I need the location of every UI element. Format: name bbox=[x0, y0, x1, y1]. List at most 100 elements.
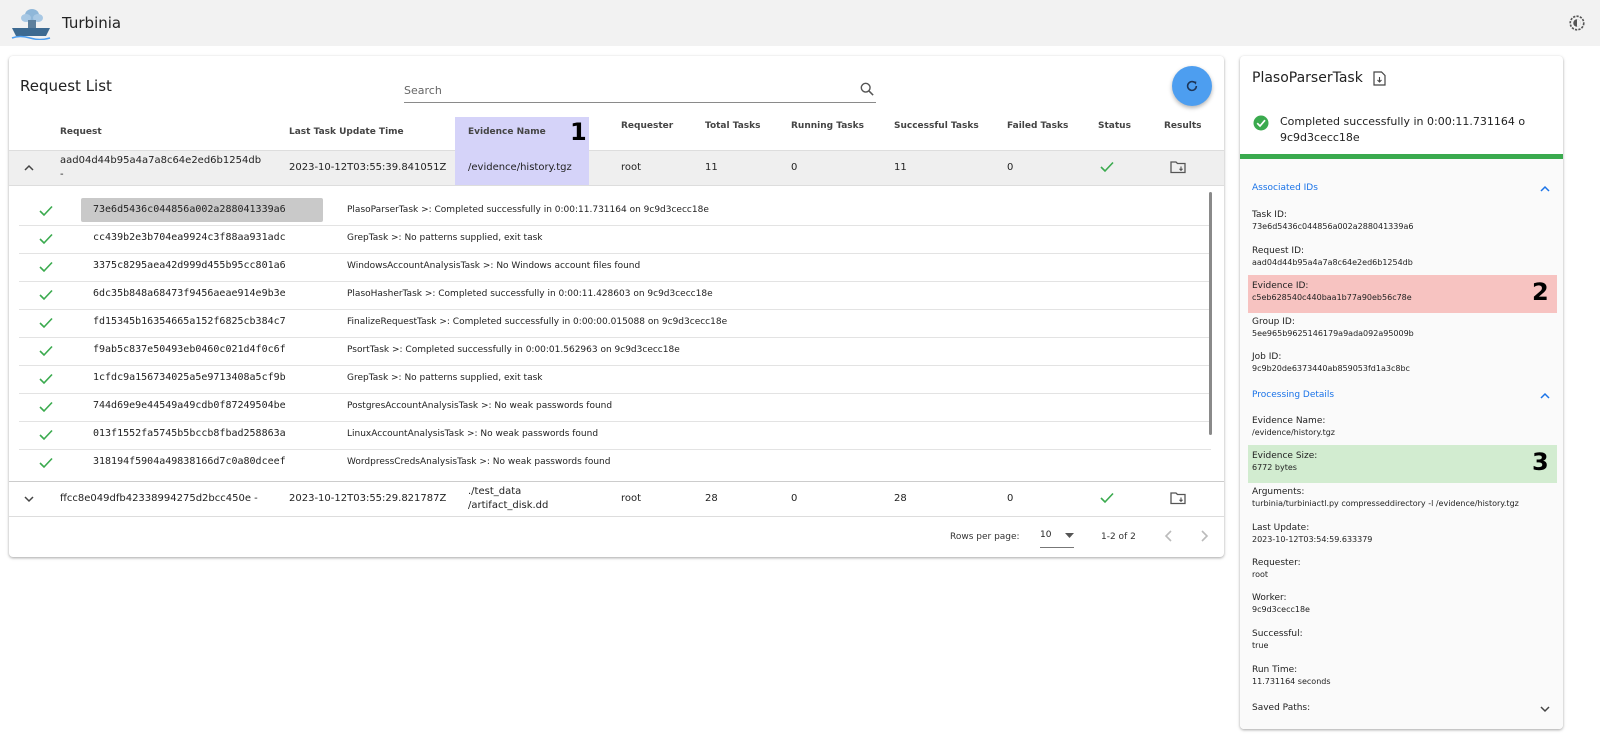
processing-details-header[interactable]: Processing Details bbox=[1252, 390, 1334, 400]
chevron-down-icon[interactable] bbox=[23, 493, 35, 505]
task-id[interactable]: cc439b2e3b704ea9924c3f88aa931adc bbox=[93, 232, 286, 243]
check-circle-icon bbox=[1253, 115, 1269, 131]
chevron-left-icon[interactable] bbox=[1159, 526, 1179, 546]
chevron-down-icon[interactable] bbox=[1539, 703, 1551, 715]
check-icon bbox=[1100, 492, 1114, 504]
successful-tasks: 11 bbox=[894, 162, 907, 173]
evidence-name-value: /evidence/history.tgz bbox=[1252, 428, 1335, 437]
request-id-label: Request ID: bbox=[1252, 246, 1305, 256]
task-message: WordpressCredsAnalysisTask >: No weak pa… bbox=[347, 457, 611, 467]
requester: root bbox=[621, 162, 642, 173]
header-results[interactable]: Results bbox=[1164, 121, 1202, 131]
evidence-id-label: Evidence ID: bbox=[1252, 281, 1309, 291]
task-id[interactable]: fd15345b16354665a152f6825cb384c7 bbox=[93, 316, 286, 327]
task-message: GrepTask >: No patterns supplied, exit t… bbox=[347, 233, 543, 243]
total-tasks: 28 bbox=[705, 493, 718, 504]
search-field[interactable] bbox=[404, 80, 876, 103]
check-icon bbox=[39, 373, 53, 385]
rows-per-page-select[interactable]: 10 bbox=[1040, 525, 1074, 548]
app-bar: Turbinia bbox=[0, 0, 1600, 46]
task-row[interactable]: fd15345b16354665a152f6825cb384c7 Finaliz… bbox=[19, 309, 1211, 338]
task-id[interactable]: 73e6d5436c044856a002a288041339a6 bbox=[93, 204, 286, 215]
evidence-name-line1: ./test_data bbox=[468, 486, 522, 497]
task-subtable: 73e6d5436c044856a002a288041339a6 PlasoPa… bbox=[9, 185, 1224, 481]
successful-tasks: 28 bbox=[894, 493, 907, 504]
task-row[interactable]: f9ab5c837e50493eb0460c021d4f0c6f PsortTa… bbox=[19, 337, 1211, 366]
search-icon[interactable] bbox=[860, 82, 874, 96]
folder-download-icon[interactable] bbox=[1170, 491, 1186, 505]
total-tasks: 11 bbox=[705, 162, 718, 173]
chevron-right-icon[interactable] bbox=[1194, 526, 1214, 546]
header-total-tasks[interactable]: Total Tasks bbox=[705, 121, 760, 131]
task-id[interactable]: f9ab5c837e50493eb0460c021d4f0c6f bbox=[93, 344, 286, 355]
task-id[interactable]: 3375c8295aea42d999d455b95cc801a6 bbox=[93, 260, 286, 271]
task-message: PlasoHasherTask >: Completed successfull… bbox=[347, 289, 713, 299]
successful-label: Successful: bbox=[1252, 629, 1303, 639]
request-id: ffcc8e049dfb42338994275d2bcc450e - bbox=[60, 493, 258, 504]
check-icon bbox=[39, 205, 53, 217]
group-id-value: 5ee965b9625146179a9ada092a95009b bbox=[1252, 329, 1414, 338]
check-icon bbox=[39, 233, 53, 245]
request-id: aad04d44b95a4a7a8c64e2ed6b1254db bbox=[60, 155, 262, 166]
header-request[interactable]: Request bbox=[60, 127, 102, 137]
header-successful-tasks[interactable]: Successful Tasks bbox=[894, 121, 979, 131]
task-id[interactable]: 318194f5904a49838166d7c0a80dceef bbox=[93, 456, 286, 467]
file-download-icon[interactable] bbox=[1373, 71, 1386, 86]
folder-download-icon[interactable] bbox=[1170, 160, 1186, 174]
task-row[interactable]: cc439b2e3b704ea9924c3f88aa931adc GrepTas… bbox=[19, 225, 1211, 254]
failed-tasks: 0 bbox=[1007, 162, 1014, 173]
chevron-up-icon[interactable] bbox=[1539, 183, 1551, 195]
task-row[interactable]: 013f1552fa5745b5bccb8fbad258863a LinuxAc… bbox=[19, 421, 1211, 450]
task-id-value: 73e6d5436c044856a002a288041339a6 bbox=[1252, 222, 1414, 231]
task-detail-title: PlasoParserTask bbox=[1252, 70, 1363, 86]
group-id-label: Group ID: bbox=[1252, 317, 1295, 327]
check-icon bbox=[1100, 161, 1114, 173]
job-id-label: Job ID: bbox=[1252, 352, 1282, 362]
check-icon bbox=[39, 457, 53, 469]
task-id[interactable]: 013f1552fa5745b5bccb8fbad258863a bbox=[93, 428, 286, 439]
task-row[interactable]: 3375c8295aea42d999d455b95cc801a6 Windows… bbox=[19, 253, 1211, 282]
search-input[interactable] bbox=[404, 80, 844, 100]
chevron-up-icon[interactable] bbox=[23, 162, 35, 174]
requester-label: Requester: bbox=[1252, 558, 1301, 568]
pagination-range: 1-2 of 2 bbox=[1101, 532, 1136, 542]
task-row[interactable]: 73e6d5436c044856a002a288041339a6 PlasoPa… bbox=[19, 197, 1211, 226]
task-row[interactable]: 744d69e9e44549a49cdb0f87249504be Postgre… bbox=[19, 393, 1211, 422]
table-row[interactable]: ffcc8e049dfb42338994275d2bcc450e - 2023-… bbox=[9, 481, 1224, 517]
table-row[interactable]: aad04d44b95a4a7a8c64e2ed6b1254db - 2023-… bbox=[9, 150, 1224, 186]
header-evidence-name[interactable]: Evidence Name bbox=[468, 127, 546, 137]
task-id[interactable]: 6dc35b848a68473f9456aeae914e9b3e bbox=[93, 288, 286, 299]
task-message: PlasoParserTask >: Completed successfull… bbox=[347, 205, 709, 215]
header-running-tasks[interactable]: Running Tasks bbox=[791, 121, 864, 131]
task-id[interactable]: 744d69e9e44549a49cdb0f87249504be bbox=[93, 400, 286, 411]
last-update-label: Last Update: bbox=[1252, 523, 1310, 533]
task-id-label: Task ID: bbox=[1252, 210, 1287, 220]
header-failed-tasks[interactable]: Failed Tasks bbox=[1007, 121, 1068, 131]
task-row[interactable]: 6dc35b848a68473f9456aeae914e9b3e PlasoHa… bbox=[19, 281, 1211, 310]
worker-value: 9c9d3cecc18e bbox=[1252, 605, 1310, 614]
running-tasks: 0 bbox=[791, 493, 798, 504]
saved-paths-label[interactable]: Saved Paths: bbox=[1252, 703, 1310, 713]
header-last-update[interactable]: Last Task Update Time bbox=[289, 127, 404, 137]
theme-toggle-icon[interactable] bbox=[1568, 14, 1586, 32]
refresh-button[interactable] bbox=[1172, 66, 1212, 106]
running-tasks: 0 bbox=[791, 162, 798, 173]
successful-value: true bbox=[1252, 641, 1269, 650]
detail-sections: Associated IDs Task ID: 73e6d5436c044856… bbox=[1240, 159, 1563, 729]
subtable-scrollbar[interactable] bbox=[1209, 192, 1212, 435]
task-row[interactable]: 318194f5904a49838166d7c0a80dceef Wordpre… bbox=[19, 449, 1211, 477]
evidence-id-value: c5eb628540c440baa1b77a90eb56c78e bbox=[1252, 293, 1412, 302]
header-requester[interactable]: Requester bbox=[621, 121, 673, 131]
task-id[interactable]: 1cfdc9a156734025a5e9713408a5cf9b bbox=[93, 372, 286, 383]
associated-ids-header[interactable]: Associated IDs bbox=[1252, 183, 1318, 193]
evidence-size-value: 6772 bytes bbox=[1252, 463, 1297, 472]
caret-down-icon bbox=[1065, 533, 1074, 538]
request-list-title: Request List bbox=[20, 77, 112, 95]
requester: root bbox=[621, 493, 642, 504]
task-row[interactable]: 1cfdc9a156734025a5e9713408a5cf9b GrepTas… bbox=[19, 365, 1211, 394]
app-title: Turbinia bbox=[62, 14, 122, 32]
arguments-value: turbinia/turbiniactl.py compresseddirect… bbox=[1252, 499, 1519, 508]
header-status[interactable]: Status bbox=[1098, 121, 1131, 131]
check-icon bbox=[39, 401, 53, 413]
chevron-up-icon[interactable] bbox=[1539, 390, 1551, 402]
